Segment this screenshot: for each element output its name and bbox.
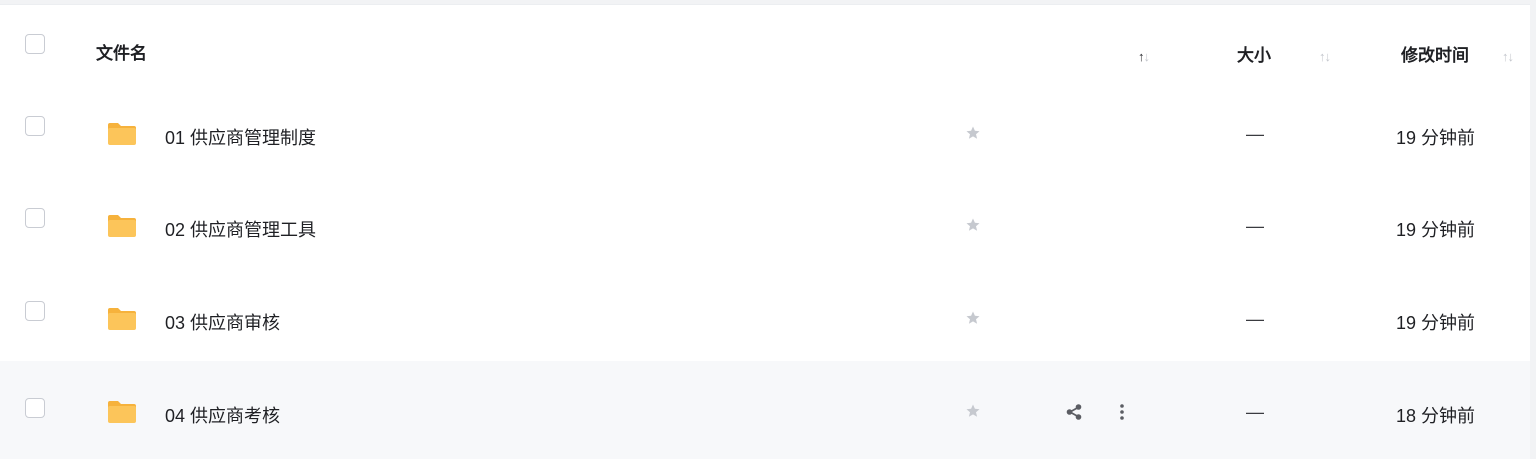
file-row-hovered[interactable]: 04 供应商考核 — 18 分钟前 (0, 361, 1530, 459)
file-name[interactable]: 01 供应商管理制度 (165, 124, 316, 150)
sort-desc-arrow: ↓ (1324, 49, 1331, 64)
row-checkbox[interactable] (25, 398, 45, 418)
folder-icon (108, 123, 136, 145)
file-list-panel: 文件名 ↑↓ 大小 ↑↓ 修改时间 ↑↓ 01 供应商管理制度 — 19 分钟前… (0, 4, 1530, 459)
file-size: — (1246, 124, 1264, 144)
folder-icon (108, 401, 136, 423)
column-header-name[interactable]: 文件名 (96, 39, 147, 64)
sort-by-modified-icon[interactable]: ↑↓ (1502, 49, 1514, 64)
file-name[interactable]: 04 供应商考核 (165, 402, 280, 428)
file-modified-time: 19 分钟前 (1396, 220, 1476, 240)
sort-desc-arrow: ↓ (1143, 49, 1150, 64)
sort-desc-arrow: ↓ (1507, 49, 1514, 64)
file-row[interactable]: 02 供应商管理工具 — 19 分钟前 (0, 180, 1530, 272)
file-name[interactable]: 03 供应商审核 (165, 309, 280, 335)
sort-by-name-icon[interactable]: ↑↓ (1138, 49, 1150, 64)
column-header-modified[interactable]: 修改时间 (1401, 41, 1469, 66)
file-size: — (1246, 309, 1264, 329)
file-modified-time: 18 分钟前 (1396, 406, 1476, 426)
file-list-header: 文件名 ↑↓ 大小 ↑↓ 修改时间 ↑↓ (0, 5, 1530, 97)
file-row[interactable]: 03 供应商审核 — 19 分钟前 (0, 273, 1530, 365)
share-icon[interactable] (1065, 403, 1083, 421)
folder-icon (108, 308, 136, 330)
column-header-size[interactable]: 大小 (1237, 41, 1271, 66)
file-size: — (1246, 216, 1264, 236)
file-row[interactable]: 01 供应商管理制度 — 19 分钟前 (0, 88, 1530, 180)
star-icon[interactable] (965, 403, 981, 419)
file-modified-time: 19 分钟前 (1396, 313, 1476, 333)
star-icon[interactable] (965, 217, 981, 233)
file-size: — (1246, 402, 1264, 422)
star-icon[interactable] (965, 310, 981, 326)
row-checkbox[interactable] (25, 301, 45, 321)
file-name[interactable]: 02 供应商管理工具 (165, 216, 316, 242)
row-checkbox[interactable] (25, 208, 45, 228)
star-icon[interactable] (965, 125, 981, 141)
folder-icon (108, 215, 136, 237)
more-vertical-icon[interactable] (1118, 403, 1126, 421)
select-all-checkbox[interactable] (25, 34, 45, 54)
sort-by-size-icon[interactable]: ↑↓ (1319, 49, 1331, 64)
file-modified-time: 19 分钟前 (1396, 128, 1476, 148)
row-checkbox[interactable] (25, 116, 45, 136)
